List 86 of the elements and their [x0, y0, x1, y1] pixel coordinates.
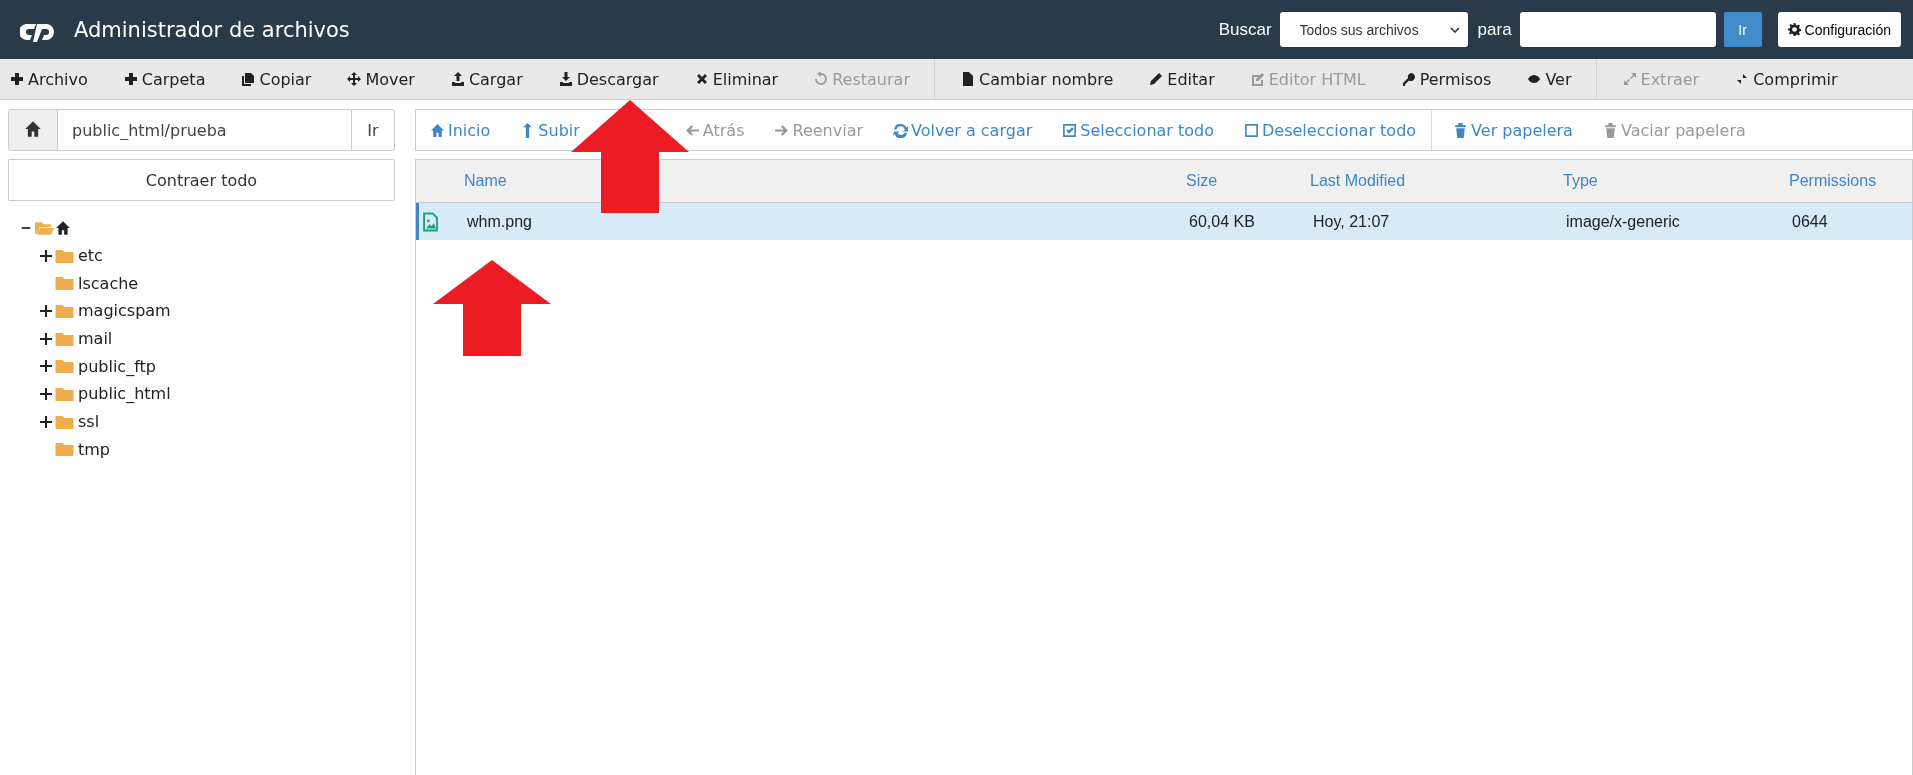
- upload-icon: [450, 72, 465, 86]
- search-label: Buscar: [1218, 19, 1272, 40]
- nav-button[interactable]: Deseleccionar todo: [1229, 116, 1432, 144]
- go-button[interactable]: Ir: [1723, 12, 1762, 47]
- plus-icon: [123, 72, 138, 86]
- edit-icon: [1250, 72, 1265, 86]
- search-field[interactable]: [1519, 12, 1716, 47]
- path-field[interactable]: public_html/prueba: [58, 109, 351, 151]
- toolbar-button[interactable]: Eliminar: [676, 65, 797, 93]
- collapse-all-button[interactable]: Contraer todo: [8, 159, 395, 201]
- toolbar-button[interactable]: Comprimir: [1717, 65, 1856, 93]
- expand-icon[interactable]: [40, 415, 52, 428]
- left-arrow-icon: [684, 122, 700, 138]
- folder-icon: [55, 414, 74, 429]
- expand-icon[interactable]: [40, 304, 52, 317]
- toolbar-button[interactable]: Permisos: [1383, 65, 1510, 93]
- go-button[interactable]: Ir: [351, 109, 395, 151]
- checkbox-icon: [1244, 122, 1259, 138]
- expand-icon[interactable]: [40, 249, 52, 262]
- trash-icon: [1602, 122, 1618, 138]
- column-header[interactable]: Type: [1563, 172, 1789, 190]
- home-icon: [430, 122, 445, 138]
- plus-icon: [10, 72, 24, 86]
- table-cell-text: image/x-generic: [1566, 212, 1681, 231]
- expand-icon: [1622, 72, 1637, 86]
- toolbar-button[interactable]: Carpeta: [105, 65, 224, 93]
- eye-icon: [1527, 72, 1542, 86]
- toolbar-button[interactable]: Ver: [1509, 65, 1590, 93]
- document-icon: [960, 72, 975, 86]
- toolbar-button[interactable]: Cambiar nombre: [942, 65, 1132, 93]
- app-title: Administrador de archivos: [74, 17, 350, 42]
- copy-icon: [241, 72, 256, 86]
- refresh-icon: [893, 122, 908, 138]
- for-label: para: [1477, 19, 1512, 40]
- nav-button[interactable]: Inicio: [422, 116, 506, 144]
- nav-button[interactable]: Volver a cargar: [878, 116, 1048, 144]
- nav-button[interactable]: Subir: [505, 116, 580, 144]
- toolbar-button[interactable]: Editar: [1131, 65, 1233, 93]
- table-cell-text: 60,04 KB: [1189, 212, 1256, 231]
- open-folder-icon: [35, 220, 54, 235]
- home-button[interactable]: [8, 109, 58, 151]
- chevron-down-icon: [1449, 26, 1460, 33]
- folder-icon: [55, 359, 74, 374]
- folder-icon: [55, 276, 74, 291]
- checkbox-checked-icon: [1062, 122, 1078, 138]
- folder-name[interactable]: etc: [78, 246, 103, 266]
- toolbar-button[interactable]: Copiar: [223, 65, 330, 93]
- pencil-icon: [1149, 72, 1164, 86]
- nav-button[interactable]: Ver papelera: [1438, 116, 1588, 144]
- expand-icon[interactable]: [40, 360, 52, 373]
- folder-name[interactable]: mail: [78, 329, 113, 349]
- home-icon: [24, 119, 42, 138]
- folder-name[interactable]: tmp: [78, 439, 110, 459]
- toolbar-button[interactable]: Mover: [329, 65, 433, 93]
- folder-name[interactable]: public_ftp: [78, 356, 156, 376]
- toolbar-button[interactable]: Archivo: [0, 65, 106, 93]
- folder-name[interactable]: public_html: [78, 384, 171, 404]
- home-icon[interactable]: [55, 219, 71, 236]
- folder-icon: [55, 248, 74, 263]
- move-icon: [347, 72, 362, 86]
- folder-icon: [55, 331, 74, 346]
- expand-icon[interactable]: [40, 387, 52, 400]
- download-icon: [558, 72, 573, 86]
- settings-icon: [1787, 23, 1801, 36]
- settings-button[interactable]: Configuración: [1777, 12, 1901, 47]
- nav-button[interactable]: Seleccionar todo: [1047, 116, 1229, 144]
- trash-icon: [1453, 122, 1469, 138]
- folder-icon: [55, 303, 74, 318]
- toolbar-button[interactable]: Descargar: [540, 65, 677, 93]
- folder-icon: [55, 386, 74, 401]
- folder-name[interactable]: magicspam: [78, 301, 171, 321]
- file-row[interactable]: whm.png 60,04 KB Hoy, 21:07 image/x-generic 0644: [416, 203, 1912, 240]
- folder-name[interactable]: lscache: [78, 273, 139, 293]
- table-cell-text: 0644: [1792, 212, 1829, 231]
- expand-icon[interactable]: [40, 332, 52, 345]
- folder-name[interactable]: ssl: [78, 412, 100, 432]
- scope-dropdown[interactable]: Todos sus archivos: [1279, 12, 1468, 47]
- right-arrow-icon: [774, 122, 790, 138]
- compress-icon: [1735, 72, 1750, 86]
- table-cell-text: Hoy, 21:07: [1313, 212, 1391, 231]
- undo-icon: [814, 72, 829, 86]
- table-cell-text: whm.png: [467, 212, 533, 231]
- folder-icon: [55, 442, 74, 457]
- image-file-icon: [423, 211, 438, 232]
- key-icon: [1401, 72, 1416, 86]
- toolbar-button[interactable]: Cargar: [432, 65, 541, 93]
